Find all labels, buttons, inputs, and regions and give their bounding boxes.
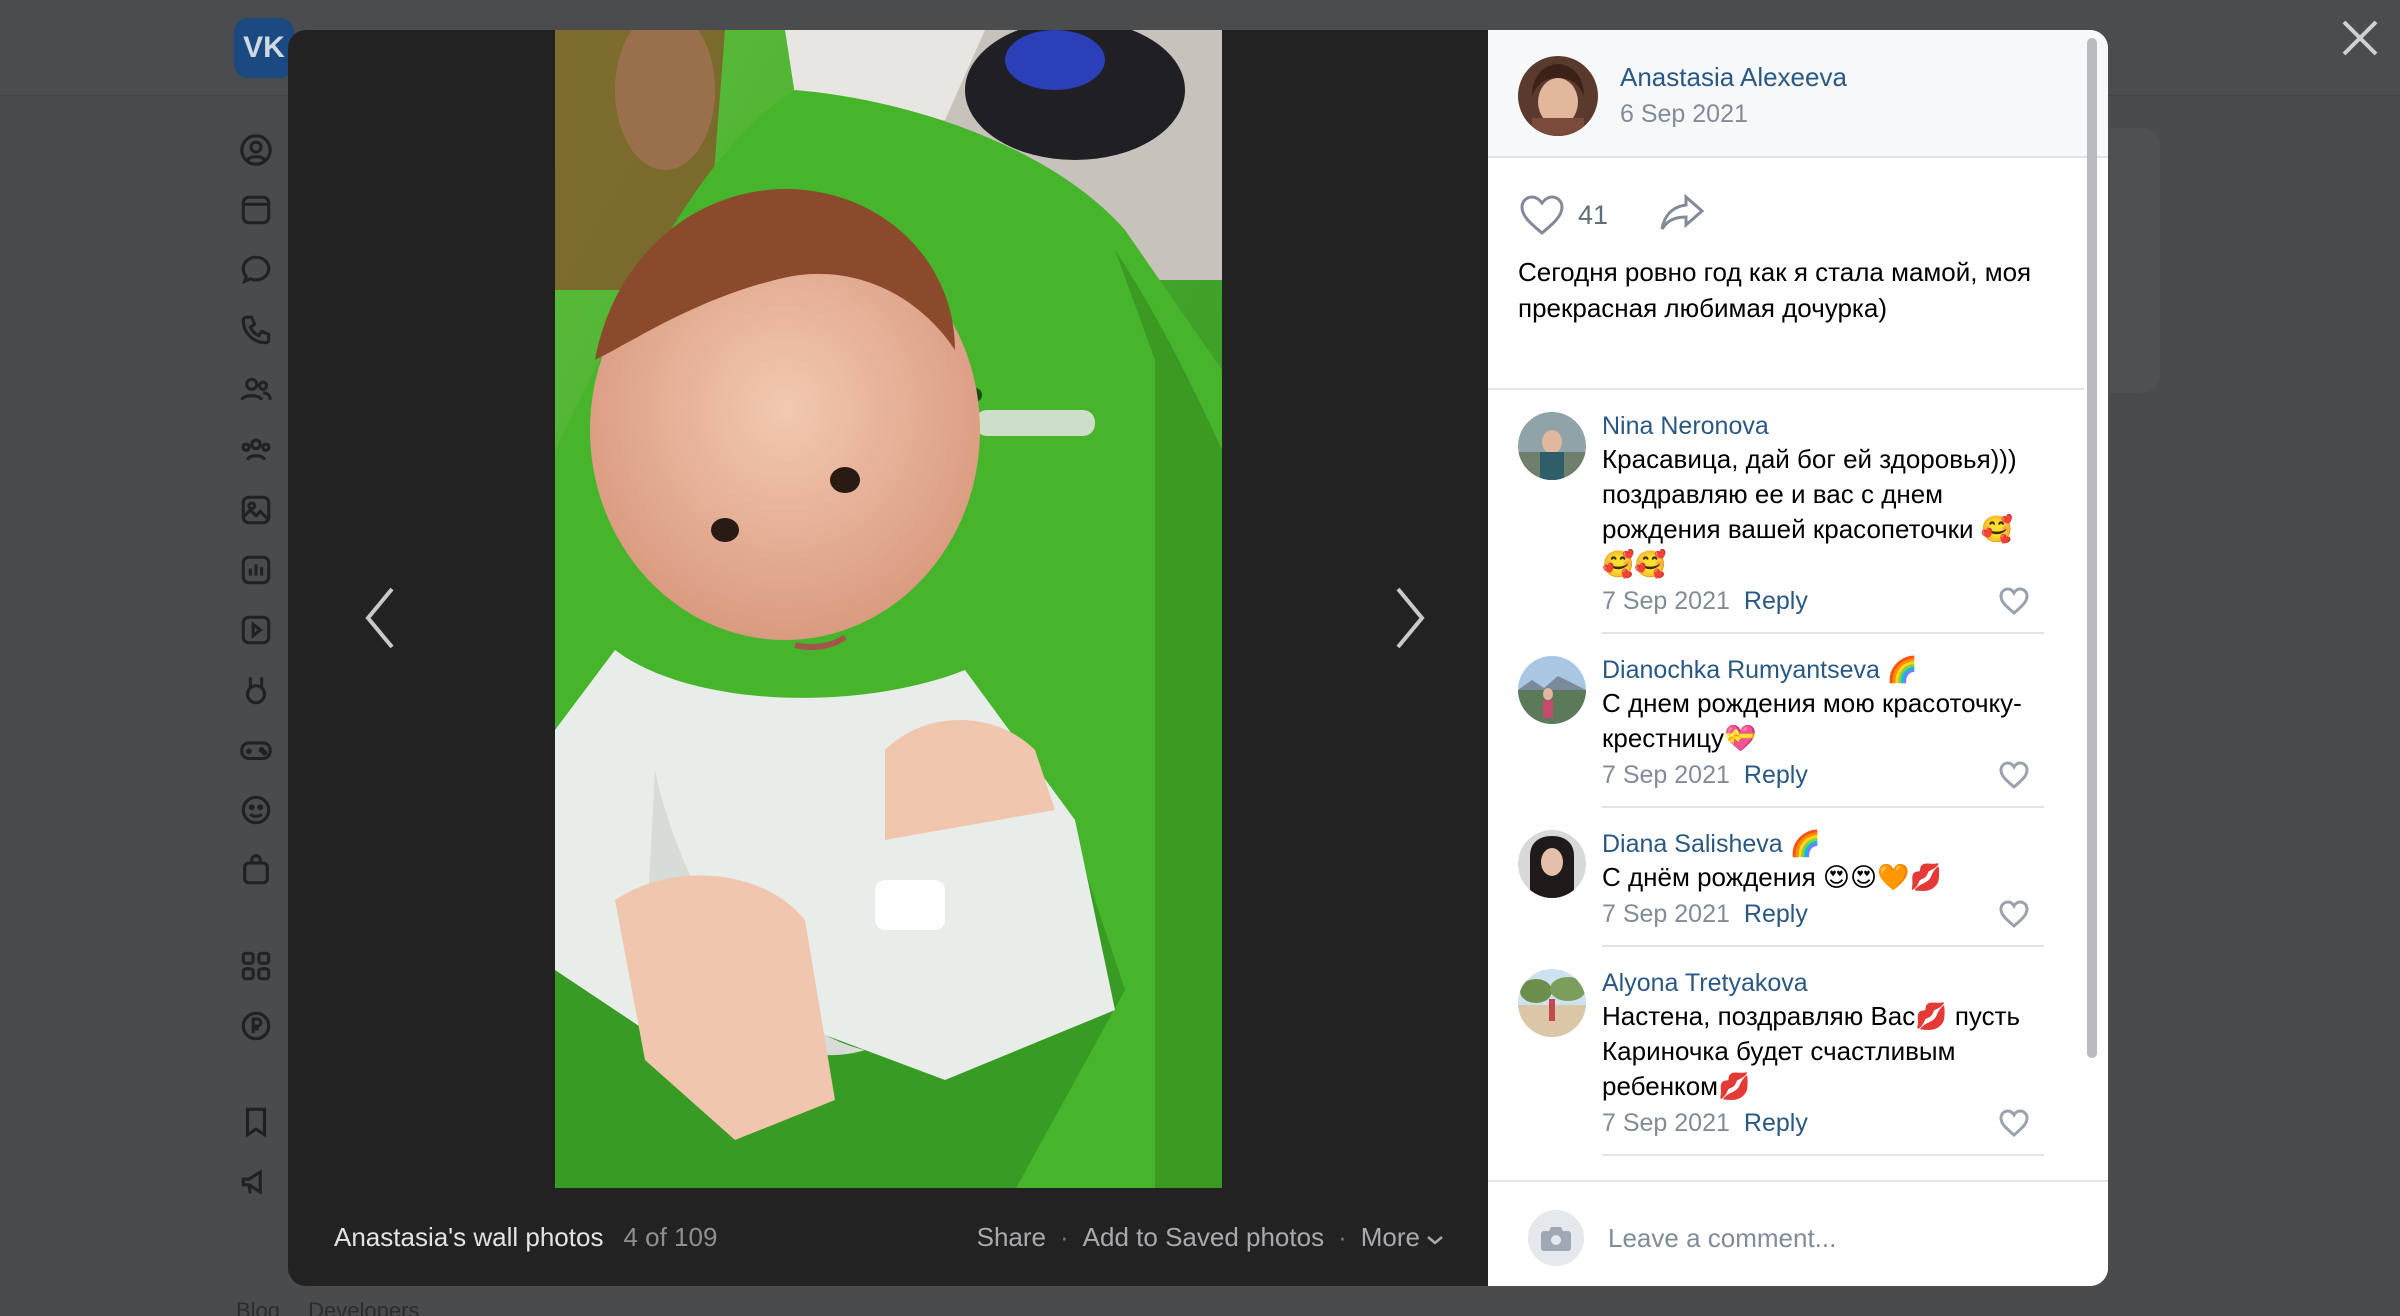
comment-meta: 7 Sep 2021 Reply	[1602, 895, 2044, 933]
games-icon[interactable]	[236, 730, 276, 770]
comment-date[interactable]: 7 Sep 2021	[1602, 1109, 1730, 1137]
avatar[interactable]	[1518, 656, 1586, 724]
comment-meta: 7 Sep 2021 Reply	[1602, 756, 2044, 794]
comment-date[interactable]: 7 Sep 2021	[1602, 587, 1730, 615]
vk-logo[interactable]: VK	[234, 18, 294, 78]
comment-author[interactable]: Dianochka Rumyantseva 🌈	[1602, 654, 2044, 686]
footer-link-developers[interactable]: Developers	[308, 1298, 419, 1316]
comment-composer	[1488, 1180, 2108, 1286]
heart-icon	[1520, 195, 1564, 235]
scrollbar[interactable]	[2087, 38, 2097, 1058]
comment-text: Красавица, дай бог ей здоровья))) поздра…	[1602, 444, 2017, 579]
comment: Nina Neronova Красавица, дай бог ей здор…	[1488, 390, 2084, 634]
more-button[interactable]: More	[1361, 1222, 1444, 1253]
reply-button[interactable]: Reply	[1744, 761, 1808, 789]
post-author: Anastasia Alexeeva 6 Sep 2021	[1488, 30, 2108, 158]
close-icon[interactable]	[2336, 14, 2384, 62]
photo-viewer: Anastasia's wall photos 4 of 109 Share ·…	[288, 30, 2108, 1286]
payments-icon[interactable]	[236, 1006, 276, 1046]
chevron-left-icon[interactable]	[350, 570, 410, 666]
comment-author[interactable]: Alyona Tretyakova	[1602, 967, 2044, 999]
like-count: 41	[1578, 199, 1609, 230]
avatar[interactable]	[1518, 56, 1598, 136]
separator-dot: ·	[1338, 1221, 1347, 1252]
photo-footer: Anastasia's wall photos 4 of 109 Share ·…	[288, 1188, 1488, 1286]
reply-button[interactable]: Reply	[1744, 1109, 1808, 1137]
post-actions: 41	[1518, 190, 1708, 240]
comment-input[interactable]	[1608, 1210, 2068, 1266]
news-icon[interactable]	[236, 190, 276, 230]
services-icon[interactable]	[236, 946, 276, 986]
profile-icon[interactable]	[236, 130, 276, 170]
right-card	[2100, 128, 2160, 393]
clips-icon[interactable]	[236, 670, 276, 710]
calls-icon[interactable]	[236, 310, 276, 350]
heart-icon[interactable]	[1998, 760, 2030, 801]
post-text: Сегодня ровно год как я стала мамой, моя…	[1518, 257, 2032, 323]
heart-icon[interactable]	[1998, 586, 2030, 627]
comment-text: С днём рождения 😍😍🧡💋	[1602, 862, 1942, 892]
more-label: More	[1360, 1221, 1420, 1252]
comment: Alyona Tretyakova Настена, поздравляю Ва…	[1488, 947, 2084, 1156]
comment-date[interactable]: 7 Sep 2021	[1602, 761, 1730, 789]
heart-icon[interactable]	[1998, 1108, 2030, 1149]
author-name[interactable]: Anastasia Alexeeva	[1620, 62, 1847, 93]
stickers-icon[interactable]	[236, 790, 276, 830]
like-button[interactable]: 41	[1518, 193, 1608, 237]
comment-meta: 7 Sep 2021 Reply	[1602, 1104, 2044, 1142]
photo-actions: Share · Add to Saved photos · More	[977, 1188, 1444, 1286]
photo-area: Anastasia's wall photos 4 of 109 Share ·…	[288, 30, 1488, 1286]
ads-icon[interactable]	[236, 1162, 276, 1202]
avatar[interactable]	[1518, 830, 1586, 898]
market-icon[interactable]	[236, 850, 276, 890]
comment-author[interactable]: Nina Neronova	[1602, 410, 2044, 442]
album-title[interactable]: Anastasia's wall photos	[334, 1222, 603, 1253]
save-to-photos-button[interactable]: Add to Saved photos	[1083, 1222, 1324, 1253]
comment: Diana Salisheva 🌈 С днём рождения 😍😍🧡💋 7…	[1488, 808, 2084, 947]
page-footer: Blog Developers	[236, 1298, 441, 1316]
comment-meta: 7 Sep 2021 Reply	[1602, 582, 2044, 620]
avatar[interactable]	[1518, 969, 1586, 1037]
avatar[interactable]	[1518, 412, 1586, 480]
photos-icon[interactable]	[236, 490, 276, 530]
comment-text: С днем рождения мою красоточку-крестницу…	[1602, 688, 2022, 753]
chevron-right-icon[interactable]	[1380, 570, 1440, 666]
divider	[1602, 1154, 2044, 1156]
comments-list: Nina Neronova Красавица, дай бог ей здор…	[1488, 390, 2084, 1210]
reply-button[interactable]: Reply	[1744, 900, 1808, 928]
left-sidebar	[236, 130, 276, 1222]
share-button[interactable]: Share	[977, 1222, 1046, 1253]
photo-side-panel: Anastasia Alexeeva 6 Sep 2021 41 Сегодня…	[1488, 30, 2108, 1286]
reply-button[interactable]: Reply	[1744, 587, 1808, 615]
music-icon[interactable]	[236, 550, 276, 590]
footer-link-blog[interactable]: Blog	[236, 1298, 280, 1316]
separator-dot: ·	[1060, 1221, 1069, 1252]
comment-date[interactable]: 7 Sep 2021	[1602, 900, 1730, 928]
share-icon[interactable]	[1658, 191, 1708, 240]
chevron-down-icon	[1426, 1222, 1444, 1253]
camera-icon[interactable]	[1528, 1210, 1584, 1266]
heart-icon[interactable]	[1998, 899, 2030, 940]
post-date[interactable]: 6 Sep 2021	[1620, 100, 1748, 129]
comment: Dianochka Rumyantseva 🌈 С днем рождения …	[1488, 634, 2084, 808]
friends-icon[interactable]	[236, 370, 276, 410]
photo-counter: 4 of 109	[623, 1221, 718, 1252]
bookmarks-icon[interactable]	[236, 1102, 276, 1142]
comment-text: Настена, поздравляю Вас💋 пусть Кариночка…	[1602, 1001, 2021, 1101]
comment-author[interactable]: Diana Salisheva 🌈	[1602, 828, 2044, 860]
communities-icon[interactable]	[236, 430, 276, 470]
video-icon[interactable]	[236, 610, 276, 650]
photo[interactable]	[555, 30, 1222, 1188]
messages-icon[interactable]	[236, 250, 276, 290]
